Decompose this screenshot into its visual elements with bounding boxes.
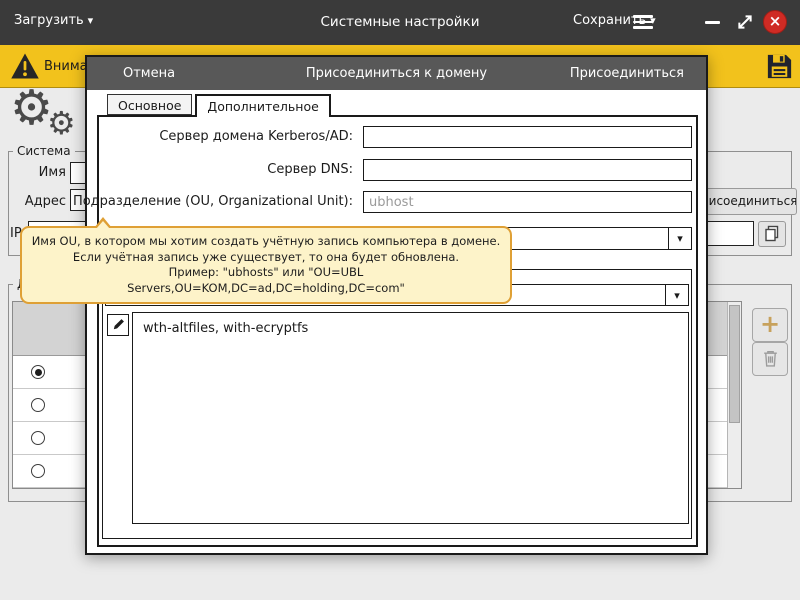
copy-button[interactable] [758, 221, 786, 247]
gears-icon-small: ⚙ [47, 104, 76, 142]
close-button[interactable]: × [763, 10, 787, 34]
language-radio[interactable] [31, 398, 45, 412]
fullscreen-button[interactable] [736, 13, 754, 31]
ou-tooltip: Имя OU, в котором мы хотим создать учётн… [20, 226, 512, 304]
minimize-button[interactable] [705, 21, 720, 24]
tooltip-line: Если учётная запись уже существует, то о… [30, 250, 502, 266]
address-label: Адрес [0, 194, 66, 209]
tooltip-line: Пример: "ubhosts" или "OU=UBL Servers,OU… [30, 265, 502, 296]
system-legend: Система [13, 144, 75, 158]
language-radio[interactable] [31, 365, 45, 379]
kerberos-input[interactable] [363, 126, 692, 148]
scrollbar-thumb[interactable] [729, 305, 740, 423]
screen: ⚙ ⚙ Система Имя Адрес Присоединиться IP … [0, 0, 800, 600]
warning-icon [10, 52, 40, 84]
menu-button[interactable] [633, 15, 653, 31]
language-radio[interactable] [31, 431, 45, 445]
titlebar: Загрузить▾ Системные настройки Сохранить… [0, 0, 800, 45]
tab-basic[interactable]: Основное [107, 94, 192, 115]
dns-input[interactable] [363, 159, 692, 181]
chevron-down-icon: ▾ [665, 285, 688, 305]
edit-button[interactable] [107, 314, 129, 336]
language-radio[interactable] [31, 464, 45, 478]
name-label: Имя [0, 165, 66, 180]
app-title: Системные настройки [0, 14, 800, 30]
join-button[interactable]: Присоединиться [570, 66, 684, 81]
join-domain-dialog: Отмена Присоединиться к домену Присоедин… [85, 55, 708, 555]
dns-label: Сервер DNS: [267, 162, 353, 177]
trash-icon [762, 349, 779, 368]
dialog-header: Отмена Присоединиться к домену Присоедин… [87, 57, 706, 90]
copy-icon [763, 225, 781, 243]
table-scrollbar[interactable] [727, 302, 741, 488]
delete-language-button[interactable] [752, 342, 788, 376]
pencil-icon [111, 317, 126, 332]
chevron-down-icon: ▾ [668, 228, 691, 249]
floppy-icon [764, 51, 795, 82]
kerberos-label: Сервер домена Kerberos/AD: [159, 129, 353, 144]
tooltip-line: Имя OU, в котором мы хотим создать учётн… [30, 234, 502, 250]
ou-label: Подразделение (OU, Organizational Unit): [73, 194, 353, 209]
packages-textarea[interactable]: wth-altfiles, with-ecryptfs [132, 312, 689, 524]
save-icon-button[interactable] [764, 51, 795, 86]
expand-icon [736, 13, 754, 31]
tab-additional[interactable]: Дополнительное [195, 94, 330, 117]
ou-input[interactable] [363, 191, 692, 213]
add-language-button[interactable]: + [752, 308, 788, 342]
tab-bar: Основное Дополнительное [107, 94, 331, 117]
